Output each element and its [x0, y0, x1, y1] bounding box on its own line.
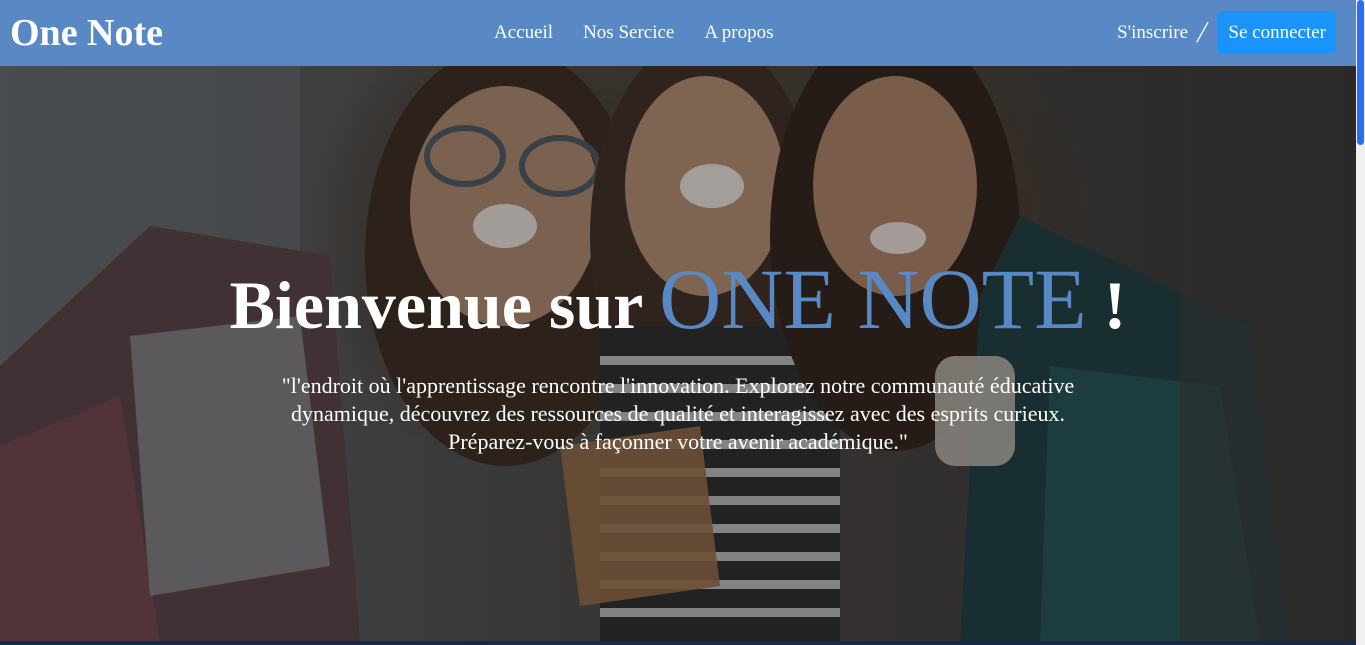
page: One Note Accueil Nos Sercice A propos S'… [0, 0, 1365, 645]
hero-title-suffix: ! [1103, 267, 1127, 343]
signup-link[interactable]: S'inscrire [1117, 22, 1188, 44]
nav-link-a-propos[interactable]: A propos [704, 21, 773, 45]
nav-link-accueil[interactable]: Accueil [494, 21, 553, 45]
scrollbar-thumb[interactable] [1357, 0, 1364, 145]
brand-logo[interactable]: One Note [10, 9, 163, 57]
page-scrollbar[interactable] [1356, 0, 1365, 645]
hero-title: Bienvenue sur ONE NOTE ! [0, 256, 1356, 345]
hero-section: Bienvenue sur ONE NOTE ! "l'endroit où l… [0, 66, 1356, 641]
hero-title-prefix: Bienvenue sur [229, 267, 643, 343]
nav-links: Accueil Nos Sercice A propos [494, 21, 774, 45]
hero-title-brand: ONE NOTE [659, 251, 1087, 347]
navbar: One Note Accueil Nos Sercice A propos S'… [0, 0, 1356, 66]
login-button[interactable]: Se connecter [1218, 11, 1336, 54]
section-divider [0, 641, 1356, 645]
nav-link-services[interactable]: Nos Sercice [583, 21, 674, 45]
auth-separator: / [1194, 15, 1211, 49]
hero-overlay [0, 66, 1356, 641]
auth-actions: S'inscrire / Se connecter [1117, 11, 1336, 54]
hero-description: "l'endroit où l'apprentissage rencontre … [281, 373, 1075, 454]
